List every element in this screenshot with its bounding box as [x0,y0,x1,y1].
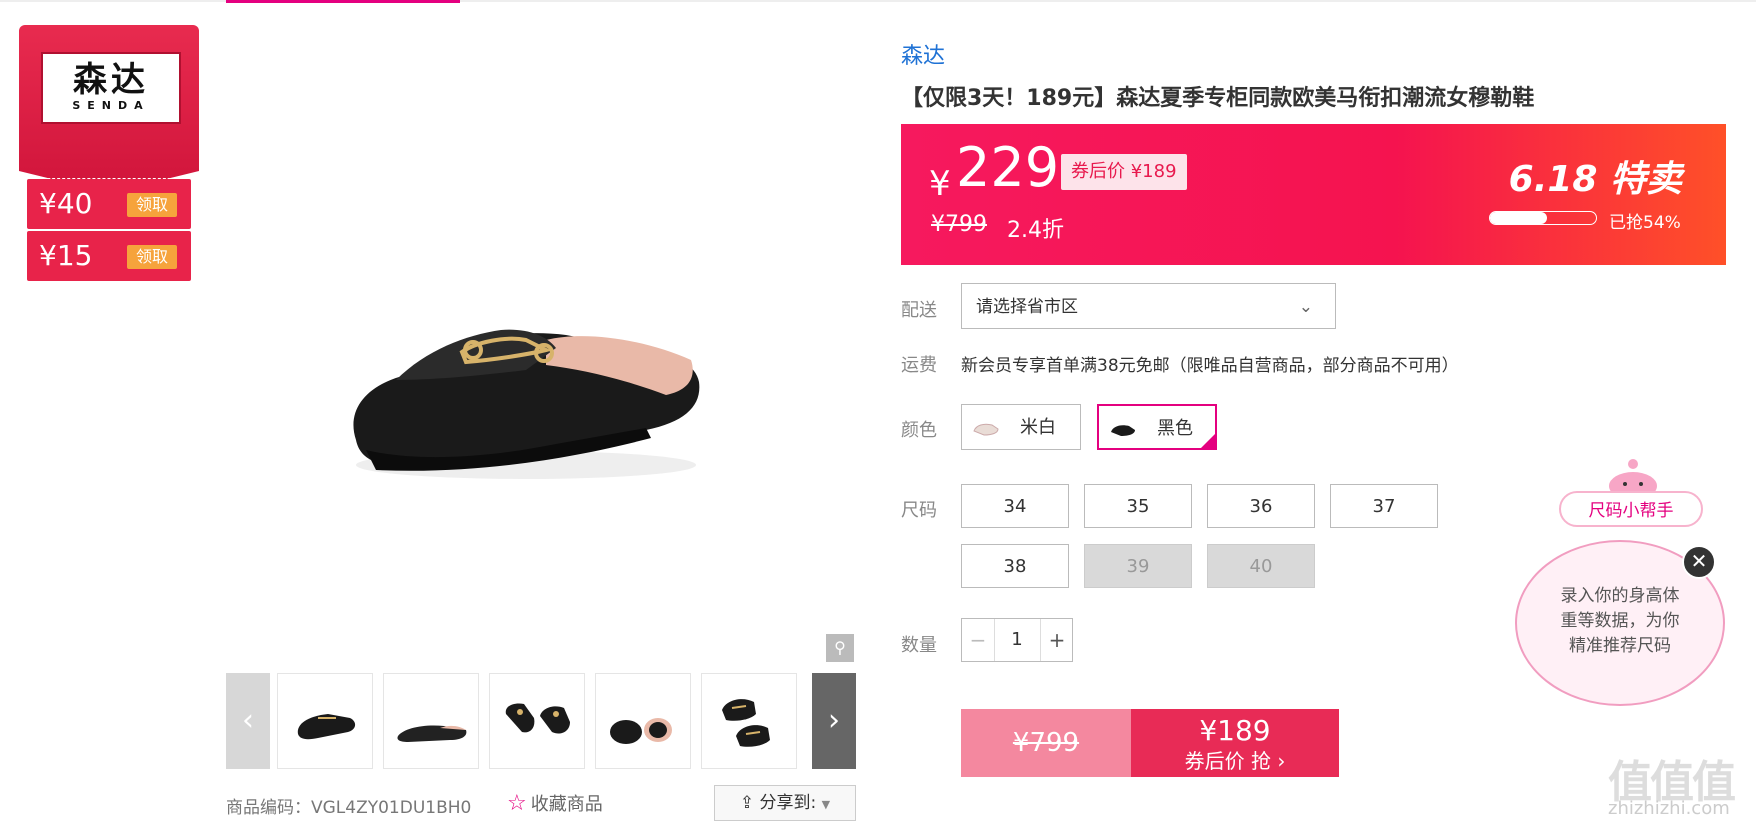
logo-cn: 森达 [73,60,149,100]
helper-text-line: 录入你的身高体 [1560,586,1680,606]
quantity-input[interactable]: 1 [995,619,1039,661]
brand-logo[interactable]: 森达 SENDA [41,52,181,124]
black-shoe-swatch [1111,425,1135,436]
shoe-image [353,329,700,479]
thumbnail-next-button[interactable]: › [812,673,856,769]
coupon-amount: ¥15 [39,239,93,272]
coupon-15[interactable]: ¥15 领取 [27,231,191,281]
buy-now-button[interactable]: ¥189 券后价 抢 › [1131,709,1339,777]
main-product-image[interactable] [226,30,856,660]
thumbnail-prev-button[interactable]: ‹ [226,673,270,769]
favorite-label: 收藏商品 [530,794,603,815]
share-icon: ⇪ [739,793,755,813]
region-select[interactable]: 请选择省市区 ⌄ [961,283,1336,329]
chevron-right-icon: › [828,703,840,738]
thumb-image [722,699,770,747]
size-label: 尺码 [901,500,937,521]
color-label: 颜色 [901,420,937,441]
size-option[interactable]: 36 [1207,484,1315,528]
quantity-label: 数量 [901,635,937,656]
after-coupon-price: 券后价 ¥189 [1061,154,1187,190]
shipping-info: 新会员专享首单满38元免邮（限唯品自营商品，部分商品不可用） [961,356,1459,376]
coupon-amount: ¥40 [39,187,93,220]
top-tab-indicator [226,0,460,3]
current-price: 229 [956,136,1060,199]
thumb-image [505,703,570,734]
promo-label: 6.18 特卖 [1508,159,1682,200]
logo-en: SENDA [72,99,150,112]
size-option[interactable]: 35 [1084,484,1192,528]
size-helper-tag[interactable]: 尺码小帮手 [1559,491,1703,527]
watermark-url: zhizhizhi.com [1608,798,1730,819]
buy-price: ¥189 [1199,714,1271,747]
size-option[interactable]: 34 [961,484,1069,528]
thumbnail-3[interactable] [489,673,585,769]
claim-coupon-button[interactable]: 领取 [127,193,177,217]
brand-coupon-badge: 森达 SENDA ¥40 领取 ¥15 领取 [19,25,199,285]
color-option-black[interactable]: 黑色 [1097,404,1217,450]
buy-button-group: ¥799 ¥189 券后价 抢 › [961,709,1339,777]
original-price: ¥799 [931,212,987,237]
color-name: 米白 [1020,417,1056,438]
size-option-disabled: 40 [1207,544,1315,588]
favorite-button[interactable]: ☆ 收藏商品 [507,790,603,816]
product-title: 【仅限3天！189元】森达夏季专柜同款欧美马衔扣潮流女穆勒鞋 [901,86,1535,111]
region-placeholder: 请选择省市区 [976,297,1078,317]
thumbnail-1[interactable] [277,673,373,769]
brand-link[interactable]: 森达 [901,38,945,70]
close-icon[interactable]: ✕ [1682,545,1716,579]
coupon-40[interactable]: ¥40 领取 [27,179,191,229]
selected-check-icon [1199,432,1217,450]
size-option-disabled: 39 [1084,544,1192,588]
currency-symbol: ¥ [929,164,951,204]
increment-button[interactable]: + [1040,619,1073,661]
discount-rate: 2.4折 [1007,218,1064,243]
color-option-white[interactable]: 米白 [961,404,1081,450]
thumb-image [297,714,356,740]
badge-header: 森达 SENDA [19,25,199,193]
shipping-label: 运费 [901,355,937,376]
thumbnail-4[interactable] [595,673,691,769]
claim-coupon-button[interactable]: 领取 [127,245,177,269]
thumbnail-5[interactable] [701,673,797,769]
caret-down-icon: ▼ [821,798,831,811]
white-shoe-swatch [973,423,999,436]
sold-progress-bar [1489,211,1597,225]
chevron-down-icon: ⌄ [1298,297,1313,317]
size-option[interactable]: 38 [961,544,1069,588]
quantity-stepper: − 1 + [961,618,1073,662]
helper-text-line: 重等数据，为你 [1560,611,1680,631]
decrement-button[interactable]: − [962,619,995,661]
delivery-label: 配送 [901,300,937,321]
star-icon: ☆ [507,791,527,816]
magnifier-icon: ⚲ [834,638,846,657]
chevron-left-icon: ‹ [242,703,254,738]
thumbnail-2[interactable] [383,673,479,769]
sold-percent: 已抢54% [1609,213,1681,233]
size-option[interactable]: 37 [1330,484,1438,528]
share-dropdown[interactable]: ⇪ 分享到: ▼ [714,785,856,821]
color-name: 黑色 [1157,418,1193,439]
zoom-button[interactable]: ⚲ [826,634,854,662]
helper-text-line: 精准推荐尺码 [1569,636,1671,656]
buy-action-label: 券后价 抢 › [1184,749,1286,773]
price-banner: ¥ 229 券后价 ¥189 ¥799 2.4折 6.18 特卖 已抢54% [901,124,1726,265]
product-sku: 商品编码：VGL4ZY01DU1BH0 [226,798,472,818]
thumb-image [397,725,467,742]
buy-original-price: ¥799 [961,709,1131,777]
thumb-image [610,718,672,744]
share-label: 分享到: [759,793,817,813]
sold-progress-fill [1490,212,1548,224]
